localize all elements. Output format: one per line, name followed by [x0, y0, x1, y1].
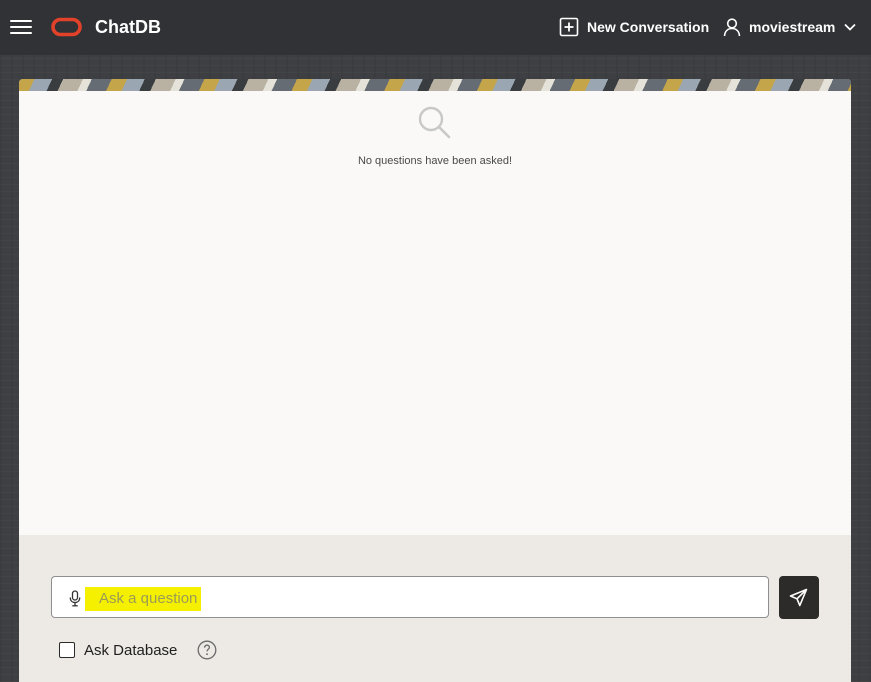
conversation-panel: No questions have been asked! Ask a ques…: [19, 79, 851, 682]
new-conversation-button[interactable]: New Conversation: [559, 15, 709, 39]
ask-database-label[interactable]: Ask Database: [84, 642, 177, 659]
question-field[interactable]: Ask a question: [51, 576, 769, 618]
plus-square-icon: [559, 17, 579, 37]
search-icon: [418, 106, 451, 139]
ask-database-option[interactable]: Ask Database: [59, 640, 177, 660]
chevron-down-icon: [844, 23, 856, 31]
top-bar: ChatDB New Conversation moviestream: [0, 0, 871, 55]
empty-state: No questions have been asked!: [19, 105, 851, 167]
send-icon: [789, 588, 808, 607]
ask-database-checkbox[interactable]: [59, 642, 75, 658]
user-menu-button[interactable]: moviestream: [722, 15, 857, 39]
empty-state-message: No questions have been asked!: [357, 155, 513, 167]
send-button[interactable]: [779, 576, 819, 619]
help-icon[interactable]: [197, 640, 217, 660]
microphone-icon[interactable]: [68, 590, 82, 607]
oracle-logo-icon: [51, 17, 82, 37]
decorative-banner: [19, 79, 851, 91]
app-title: ChatDB: [95, 17, 161, 37]
new-conversation-label: New Conversation: [587, 19, 710, 35]
username-label: moviestream: [749, 19, 836, 35]
user-icon: [723, 18, 741, 37]
hamburger-icon[interactable]: [10, 17, 32, 37]
question-input[interactable]: [85, 586, 745, 610]
input-footer: Ask a question Ask Database: [19, 535, 851, 682]
